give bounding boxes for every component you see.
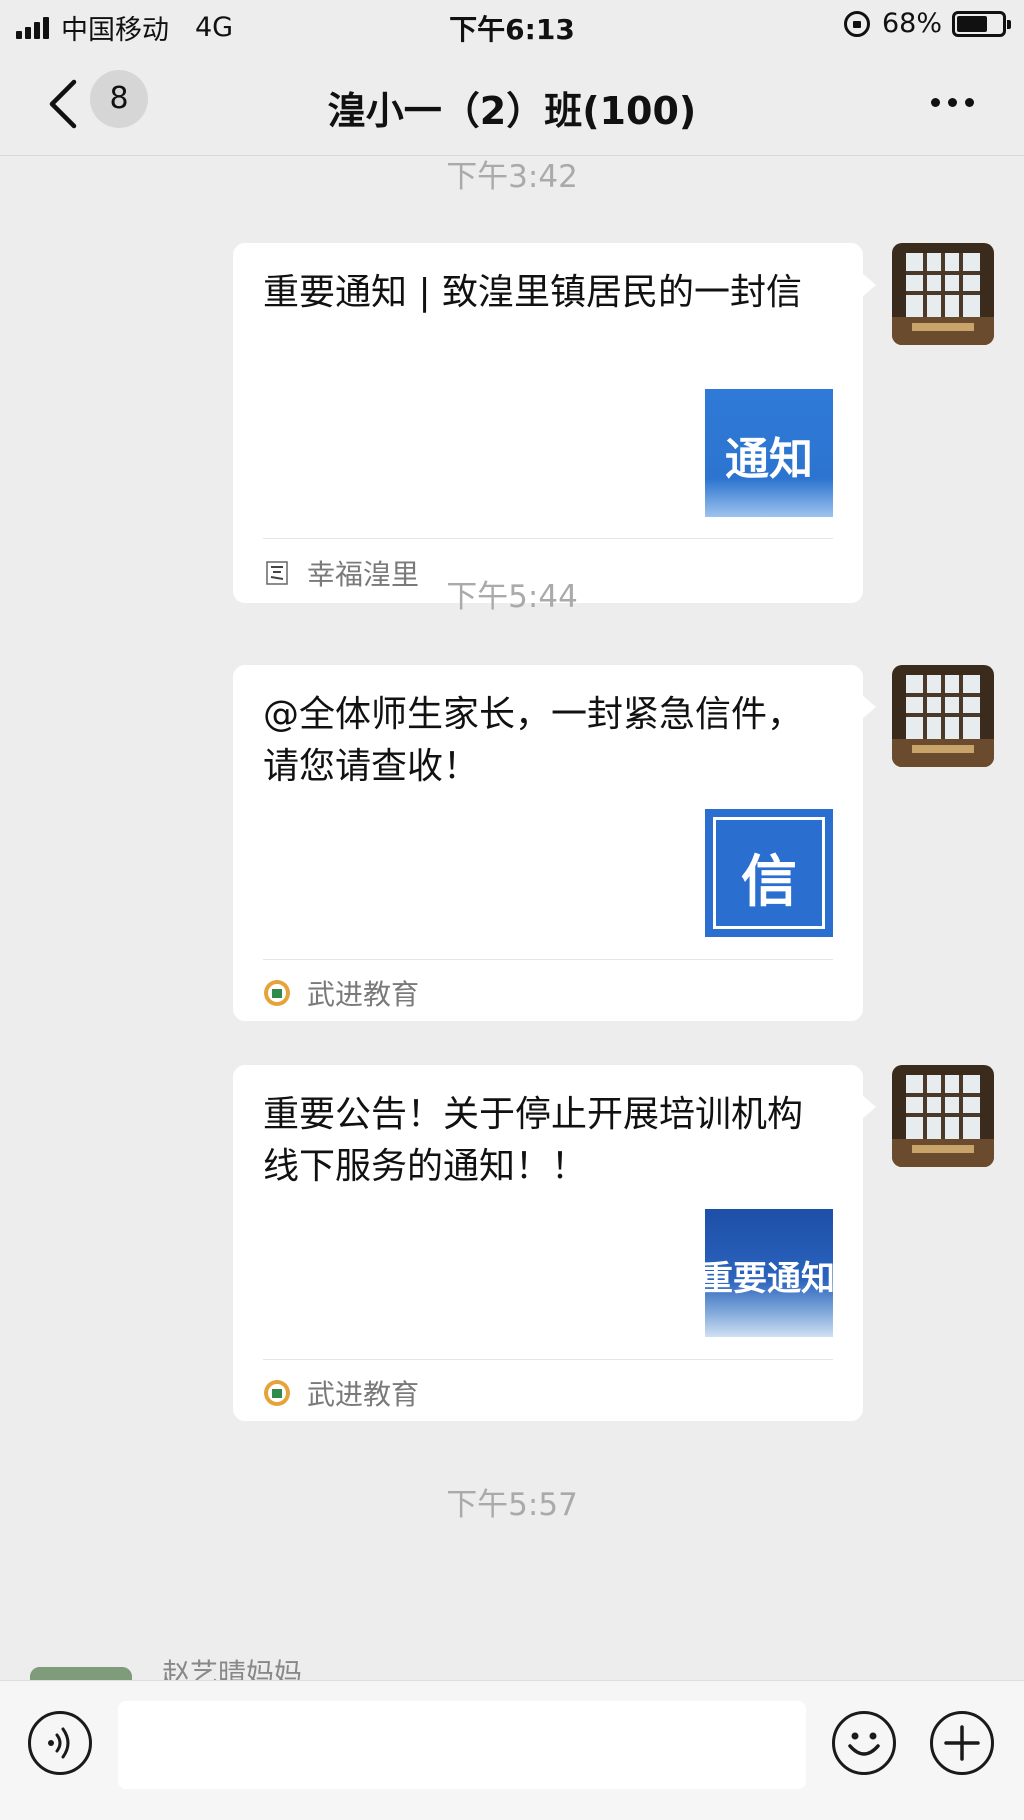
emoji-icon[interactable] (832, 1711, 896, 1775)
battery-percent: 68% (881, 8, 942, 39)
chat-header: 8 湟小一（2）班(100) (0, 52, 1024, 156)
thumbnail-text: 通知 (725, 434, 813, 485)
battery-icon (952, 10, 1011, 37)
chat-area[interactable]: 下午3:42 重要通知 | 致湟里镇居民的一封信 通知 幸福湟里 下午5:44 (0, 157, 1024, 1680)
card-title: 重要通知 | 致湟里镇居民的一封信 (263, 272, 803, 313)
timestamp: 下午5:44 (446, 579, 578, 615)
avatar[interactable] (892, 243, 994, 345)
status-right: 68% (843, 8, 1011, 39)
card-source: 武进教育 (263, 1373, 419, 1413)
source-name: 武进教育 (307, 1378, 420, 1411)
avatar[interactable] (892, 665, 994, 767)
message-input[interactable] (118, 1701, 806, 1789)
thumbnail-text: 重要通知 (705, 1259, 833, 1299)
link-card[interactable]: 重要通知 | 致湟里镇居民的一封信 通知 幸福湟里 (233, 243, 876, 603)
source-logo-icon (264, 1380, 290, 1406)
rotation-lock-icon (843, 10, 870, 37)
member-avatar[interactable] (30, 1667, 132, 1680)
card-thumbnail: 重要通知 (705, 1209, 833, 1337)
card-title: @全体师生家长，一封紧急信件，请您请查收！ (263, 694, 804, 787)
card-title: 重要公告！关于停止开展培训机构线下服务的通知！！ (263, 1094, 804, 1187)
source-name: 武进教育 (307, 978, 420, 1011)
link-card[interactable]: @全体师生家长，一封紧急信件，请您请查收！ 信 武进教育 (233, 665, 876, 1021)
link-card[interactable]: 重要公告！关于停止开展培训机构线下服务的通知！！ 重要通知 武进教育 (233, 1065, 876, 1421)
input-bar (0, 1680, 1024, 1820)
card-divider (263, 1359, 833, 1360)
card-source: 武进教育 (263, 973, 419, 1013)
card-thumbnail: 信 (705, 809, 833, 937)
more-dots-icon[interactable] (931, 98, 974, 107)
status-bar: 中国移动 4G 下午6:13 68% (0, 0, 1024, 52)
timestamp: 下午3:42 (446, 159, 578, 195)
source-logo-icon (264, 980, 290, 1006)
chat-title: 湟小一（2）班(100) (327, 89, 697, 133)
sender-name: 赵艺晴妈妈 (162, 1657, 303, 1680)
card-divider (263, 538, 833, 539)
timestamp: 下午5:57 (446, 1487, 578, 1523)
card-divider (263, 959, 833, 960)
card-thumbnail: 通知 (705, 389, 833, 517)
thumbnail-text: 信 (741, 849, 797, 915)
avatar[interactable] (892, 1065, 994, 1167)
voice-icon[interactable] (28, 1711, 92, 1775)
plus-icon[interactable] (930, 1711, 994, 1775)
